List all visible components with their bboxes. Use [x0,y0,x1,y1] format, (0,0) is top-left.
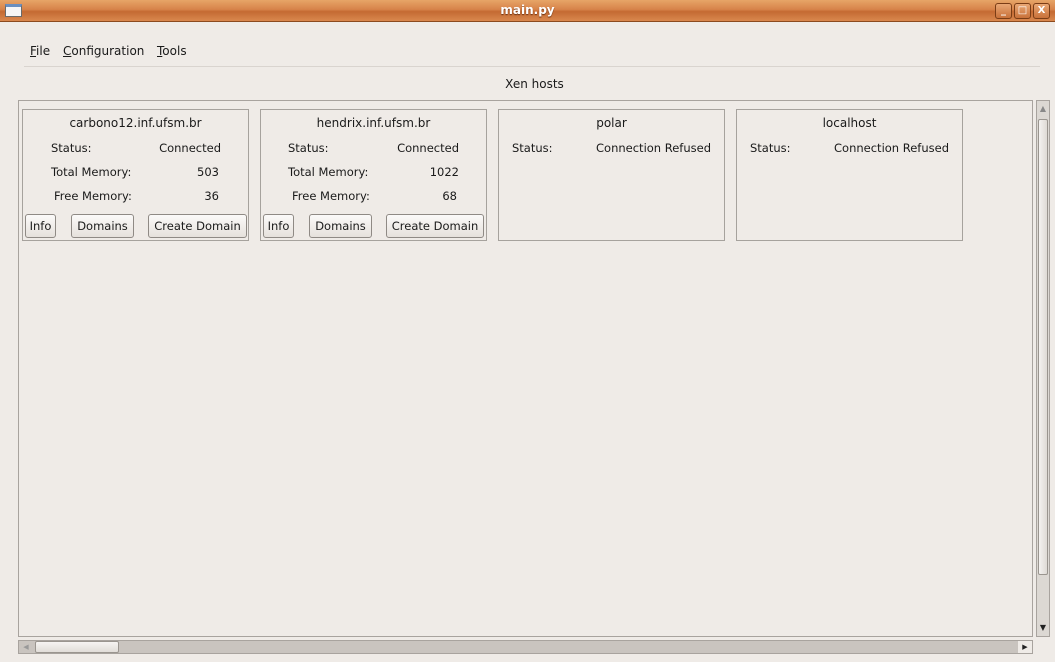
title-bar[interactable]: main.py _ □ X [0,0,1055,22]
total-memory-label: Total Memory: [51,165,132,179]
domains-button[interactable]: Domains [309,214,372,238]
host-frame-hendrix: hendrix.inf.ufsm.br Status: Connected To… [260,109,487,241]
menu-file[interactable]: File [30,44,50,58]
status-value: Connected [159,141,221,155]
status-label: Status: [288,141,329,155]
status-value: Connection Refused [834,141,949,155]
menu-tools-label: ools [162,44,187,58]
close-button[interactable]: X [1033,3,1050,19]
host-frame-localhost: localhost Status: Connection Refused [736,109,963,241]
horizontal-scrollbar[interactable]: ◀ ▶ [18,640,1033,654]
vertical-scroll-thumb[interactable] [1038,119,1048,575]
xen-hosts-label: Xen hosts [505,77,564,91]
host-name: carbono12.inf.ufsm.br [69,116,202,130]
total-memory-value: 503 [197,165,219,179]
free-memory-label: Free Memory: [292,189,370,203]
maximize-button[interactable]: □ [1014,3,1031,19]
main-window: main.py _ □ X File Configuration Tools X… [0,0,1055,662]
host-name: localhost [822,116,877,130]
scroll-down-arrow-icon[interactable]: ▼ [1037,620,1049,636]
host-name: hendrix.inf.ufsm.br [316,116,431,130]
hosts-scroll-area[interactable]: carbono12.inf.ufsm.br Status: Connected … [18,100,1033,637]
free-memory-value: 36 [204,189,219,203]
free-memory-label: Free Memory: [54,189,132,203]
window-title: main.py [500,3,555,17]
menu-file-label: ile [36,44,51,58]
minimize-button[interactable]: _ [995,3,1012,19]
vertical-scrollbar[interactable]: ▲ ▼ [1036,100,1050,637]
status-value: Connection Refused [596,141,711,155]
scroll-left-arrow-icon[interactable]: ◀ [19,641,33,653]
menu-tools[interactable]: Tools [157,44,187,58]
total-memory-value: 1022 [429,165,459,179]
menu-configuration-label: onfiguration [71,44,145,58]
status-label: Status: [512,141,553,155]
scroll-right-arrow-icon[interactable]: ▶ [1018,641,1032,653]
horizontal-scroll-thumb[interactable] [35,641,119,653]
total-memory-label: Total Memory: [288,165,369,179]
status-label: Status: [51,141,92,155]
status-label: Status: [750,141,791,155]
free-memory-value: 68 [442,189,457,203]
info-button[interactable]: Info [25,214,56,238]
create-domain-button[interactable]: Create Domain [148,214,247,238]
status-value: Connected [397,141,459,155]
menu-divider [24,66,1040,67]
host-frame-polar: polar Status: Connection Refused [498,109,725,241]
host-frame-carbono12: carbono12.inf.ufsm.br Status: Connected … [22,109,249,241]
scroll-up-arrow-icon[interactable]: ▲ [1037,101,1049,117]
host-name: polar [596,116,627,130]
domains-button[interactable]: Domains [71,214,134,238]
info-button[interactable]: Info [263,214,294,238]
create-domain-button[interactable]: Create Domain [386,214,484,238]
menu-configuration[interactable]: Configuration [63,44,144,58]
